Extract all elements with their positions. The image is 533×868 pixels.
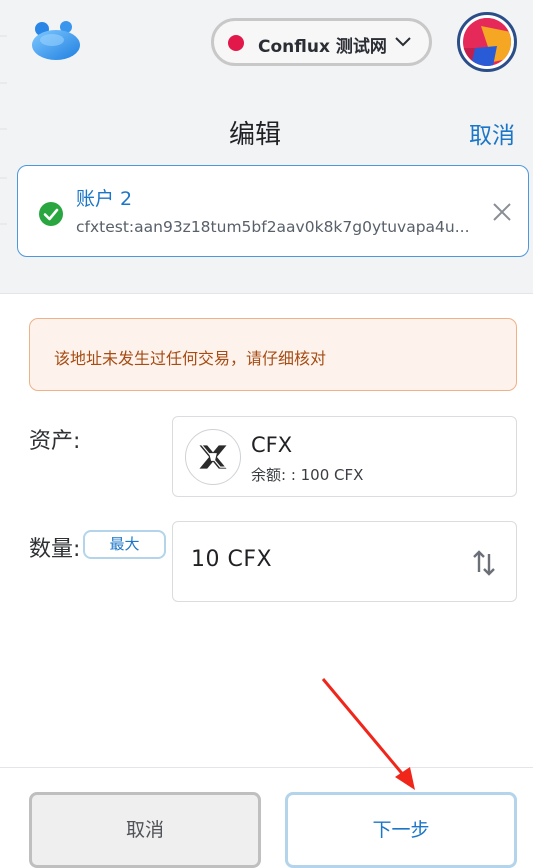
warning-alert: 该地址未发生过任何交易，请仔细核对 (29, 318, 517, 391)
annotation-arrow-icon (321, 678, 415, 790)
left-edge-strip (0, 0, 7, 858)
network-status-dot (228, 35, 244, 51)
check-circle-icon (39, 202, 63, 226)
app-header: Conflux 测试网 (0, 0, 533, 90)
amount-input[interactable]: 10 CFX (172, 521, 517, 602)
account-name: 账户 2 (76, 188, 133, 210)
chevron-down-icon (395, 37, 411, 47)
amount-label: 数量: (29, 537, 81, 562)
title-row: 编辑 取消 (0, 110, 533, 156)
max-amount-button[interactable]: 最大 (83, 530, 166, 559)
account-avatar-icon (463, 18, 511, 66)
conflux-token-icon (185, 429, 241, 485)
page-title: 编辑 (228, 120, 281, 150)
top-area: Conflux 测试网 编辑 取消 账户 2 cfxtest:aan93z18t… (0, 0, 533, 294)
asset-label: 资产: (29, 429, 81, 454)
footer-divider (0, 767, 533, 768)
swap-vertical-icon[interactable] (470, 548, 498, 578)
amount-value: 10 CFX (191, 547, 273, 572)
network-label: Conflux 测试网 (258, 37, 387, 57)
account-avatar-button[interactable] (457, 12, 517, 72)
fluent-wallet-logo-icon (32, 21, 80, 60)
asset-symbol: CFX (251, 433, 293, 457)
cancel-button[interactable]: 取消 (29, 792, 261, 868)
account-address: cfxtest:aan93z18tum5bf2aav0k8k7g0ytuvapa… (76, 218, 470, 236)
asset-selector[interactable]: CFX 余额: : 100 CFX (172, 416, 517, 497)
warning-text: 该地址未发生过任何交易，请仔细核对 (54, 349, 327, 368)
asset-balance: 余额: : 100 CFX (251, 466, 364, 484)
recipient-account-card[interactable]: 账户 2 cfxtest:aan93z18tum5bf2aav0k8k7g0yt… (17, 165, 529, 257)
next-step-button[interactable]: 下一步 (285, 792, 517, 868)
network-selector[interactable]: Conflux 测试网 (211, 18, 432, 66)
close-icon[interactable] (491, 201, 513, 223)
header-cancel-link[interactable]: 取消 (469, 116, 515, 150)
